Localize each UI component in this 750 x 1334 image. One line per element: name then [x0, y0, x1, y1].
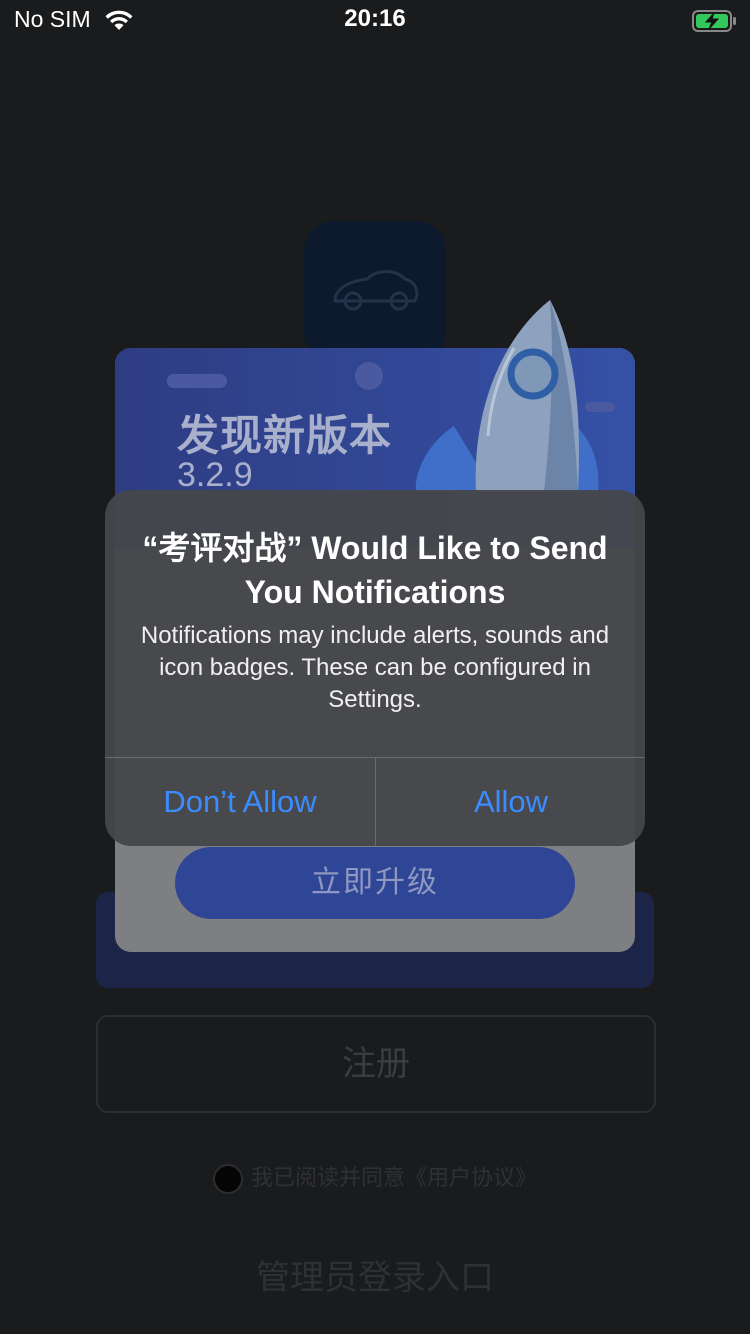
bubble-decoration [355, 362, 383, 390]
allow-button[interactable]: Allow [376, 758, 645, 846]
update-title: 发现新版本 [177, 412, 393, 459]
alert-title: “考评对战” Would Like to Send You Notificati… [142, 530, 608, 610]
car-icon [333, 270, 419, 311]
rocket-icon [415, 300, 599, 492]
admin-login-link: 管理员登录入口 [256, 1259, 494, 1297]
dont-allow-button[interactable]: Don’t Allow [105, 758, 375, 846]
cloud-decoration [167, 374, 227, 388]
agreement-radio-icon [212, 1164, 243, 1195]
status-time: 20:16 [344, 5, 406, 32]
agreement-text: 我已阅读并同意《用户协议》 [250, 1165, 537, 1190]
register-button: 注册 [96, 1015, 656, 1113]
agreement-row: 我已阅读并同意《用户协议》 [0, 1160, 750, 1195]
battery-charging-icon [692, 9, 738, 38]
upgrade-now-button[interactable]: 立即升级 [175, 847, 575, 919]
alert-message: Notifications may include alerts, sounds… [140, 622, 610, 713]
notification-permission-alert: “考评对战” Would Like to Send You Notificati… [105, 490, 645, 846]
status-bar: No SIM 20:16 [0, 0, 750, 40]
